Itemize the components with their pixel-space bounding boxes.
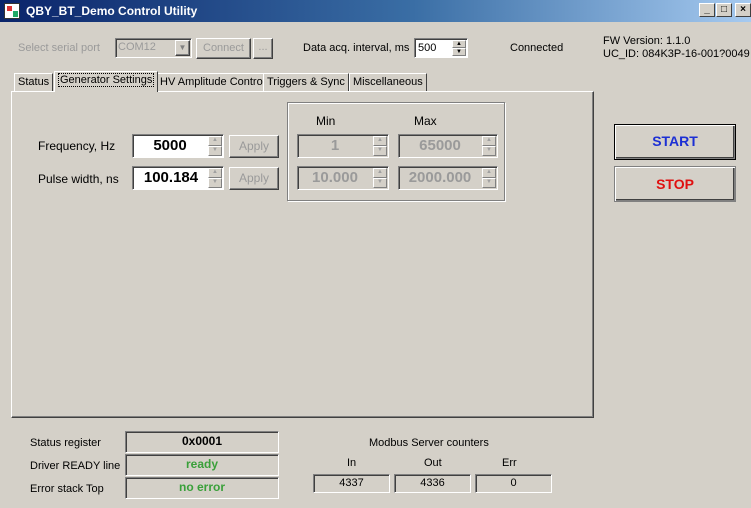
status-register-field: 0x0001	[125, 431, 279, 453]
frequency-apply-label: Apply	[238, 139, 270, 153]
pulse-width-min-value: 10.000	[312, 169, 358, 186]
counter-err-label: Err	[502, 457, 517, 469]
tab-hv-amplitude-control[interactable]: HV Amplitude Control	[156, 73, 270, 91]
tab-generator-settings[interactable]: Generator Settings	[54, 71, 159, 92]
serial-port-value: COM12	[118, 41, 156, 53]
pulse-width-label: Pulse width, ns	[38, 172, 119, 186]
spin-up-icon[interactable]: ▲	[452, 40, 466, 48]
fw-version: FW Version: 1.1.0	[603, 35, 691, 47]
stop-button-label: STOP	[656, 176, 694, 192]
minimize-button[interactable]: _	[699, 3, 715, 17]
tab-triggers-sync[interactable]: Triggers & Sync	[263, 73, 349, 91]
serial-port-label: Select serial port	[18, 42, 100, 54]
pulse-width-spin-buttons[interactable]: ▲ ▼	[208, 168, 222, 188]
frequency-min-value: 1	[330, 137, 340, 154]
counter-in-label: In	[347, 457, 357, 469]
spin-down-icon[interactable]: ▼	[208, 146, 222, 156]
start-button[interactable]: START	[614, 124, 736, 160]
browse-button[interactable]: ...	[253, 38, 273, 59]
frequency-apply-button[interactable]: Apply	[229, 135, 279, 158]
pulse-width-max-value: 2000.000	[408, 169, 472, 186]
counter-out-value: 4336	[420, 477, 445, 489]
app-icon	[4, 3, 20, 19]
modbus-title: Modbus Server counters	[369, 437, 489, 449]
frequency-stepper[interactable]: 5000 ▲ ▼	[132, 134, 224, 158]
frequency-min-stepper[interactable]: 1 ▲ ▼	[297, 134, 389, 158]
spin-up-icon[interactable]: ▲	[373, 136, 387, 146]
status-register-label: Status register	[30, 437, 101, 449]
browse-button-label: ...	[258, 41, 268, 53]
pulse-width-apply-label: Apply	[238, 171, 270, 185]
spin-down-icon[interactable]: ▼	[373, 178, 387, 188]
pulse-width-min-stepper[interactable]: 10.000 ▲ ▼	[297, 166, 389, 190]
driver-ready-value: ready	[185, 457, 219, 471]
maximize-button[interactable]: □	[716, 3, 732, 17]
counter-err-field: 0	[475, 474, 552, 493]
frequency-max-value: 65000	[419, 137, 461, 154]
counter-out-label: Out	[424, 457, 442, 469]
window-title: QBY_BT_Demo Control Utility	[26, 4, 198, 18]
frequency-label: Frequency, Hz	[38, 139, 116, 153]
frequency-max-spin-buttons[interactable]: ▲ ▼	[482, 136, 496, 156]
spin-up-icon[interactable]: ▲	[482, 136, 496, 146]
spin-up-icon[interactable]: ▲	[208, 136, 222, 146]
tab-status[interactable]: Status	[14, 73, 54, 91]
tab-label: Generator Settings	[58, 73, 155, 87]
pulse-width-stepper[interactable]: 100.184 ▲ ▼	[132, 166, 224, 190]
close-button[interactable]: ×	[735, 3, 751, 17]
tab-label: Triggers & Sync	[267, 76, 345, 88]
connection-status: Connected	[510, 42, 564, 54]
frequency-max-stepper[interactable]: 65000 ▲ ▼	[398, 134, 498, 158]
stop-button[interactable]: STOP	[614, 166, 736, 202]
interval-value: 500	[418, 42, 437, 54]
dropdown-arrow-icon[interactable]: ▼	[175, 40, 190, 56]
pulse-width-value: 100.184	[143, 169, 199, 186]
error-stack-value: no error	[178, 480, 225, 494]
interval-label: Data acq. interval, ms	[303, 42, 410, 54]
tab-label: Miscellaneous	[353, 76, 423, 88]
tab-label: HV Amplitude Control	[160, 76, 266, 88]
spin-down-icon[interactable]: ▼	[373, 146, 387, 156]
spin-down-icon[interactable]: ▼	[208, 178, 222, 188]
title-bar[interactable]: QBY_BT_Demo Control Utility _ □ ×	[0, 0, 751, 22]
connect-button-label: Connect	[203, 42, 244, 54]
spin-up-icon[interactable]: ▲	[482, 168, 496, 178]
uc-id: UC_ID: 084K3P-16-001?0049	[603, 48, 750, 60]
pulse-width-min-spin-buttons[interactable]: ▲ ▼	[373, 168, 387, 188]
pulse-width-max-spin-buttons[interactable]: ▲ ▼	[482, 168, 496, 188]
pulse-width-max-stepper[interactable]: 2000.000 ▲ ▼	[398, 166, 498, 190]
frequency-value: 5000	[153, 137, 187, 154]
counter-out-field: 4336	[394, 474, 471, 493]
connect-button[interactable]: Connect	[196, 38, 251, 59]
start-button-label: START	[652, 133, 698, 149]
interval-spin-buttons[interactable]: ▲ ▼	[452, 40, 466, 56]
min-header: Min	[316, 114, 336, 128]
max-header: Max	[414, 114, 437, 128]
frequency-min-spin-buttons[interactable]: ▲ ▼	[373, 136, 387, 156]
spin-down-icon[interactable]: ▼	[482, 178, 496, 188]
counter-err-value: 0	[510, 477, 517, 489]
frequency-spin-buttons[interactable]: ▲ ▼	[208, 136, 222, 156]
driver-ready-label: Driver READY line	[30, 460, 121, 472]
error-stack-field: no error	[125, 477, 279, 499]
spin-up-icon[interactable]: ▲	[208, 168, 222, 178]
counter-in-value: 4337	[339, 477, 364, 489]
driver-ready-field: ready	[125, 454, 279, 476]
spin-down-icon[interactable]: ▼	[452, 48, 466, 56]
interval-stepper[interactable]: 500 ▲ ▼	[414, 38, 468, 58]
error-stack-label: Error stack Top	[30, 483, 104, 495]
counter-in-field: 4337	[313, 474, 390, 493]
serial-port-select[interactable]: COM12 ▼	[115, 38, 192, 58]
spin-up-icon[interactable]: ▲	[373, 168, 387, 178]
pulse-width-apply-button[interactable]: Apply	[229, 167, 279, 190]
tab-label: Status	[18, 76, 50, 88]
spin-down-icon[interactable]: ▼	[482, 146, 496, 156]
tab-miscellaneous[interactable]: Miscellaneous	[349, 73, 427, 91]
status-register-value: 0x0001	[181, 434, 223, 448]
